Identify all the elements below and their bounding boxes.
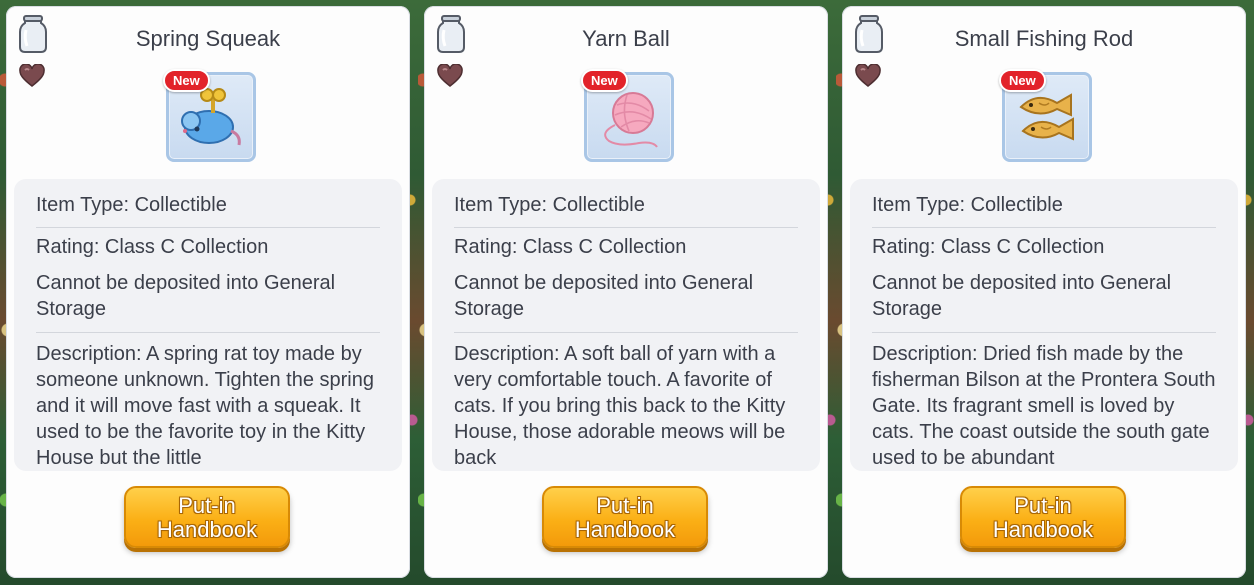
divider	[454, 332, 798, 333]
divider	[36, 227, 380, 228]
button-label-line1: Put-in	[178, 493, 236, 518]
item-info-box: Item Type: Collectible Rating: Class C C…	[14, 179, 402, 471]
divider	[36, 332, 380, 333]
new-badge: New	[581, 69, 628, 92]
jar-icon[interactable]	[852, 14, 886, 54]
put-in-handbook-button[interactable]: Put-in Handbook	[124, 486, 290, 548]
description-text[interactable]: Description: A spring rat toy made by so…	[36, 341, 380, 471]
item-panel-small-fishing-rod: Small Fishing Rod New Item Type: Collect…	[836, 0, 1254, 585]
item-panel-spring-squeak: Spring Squeak New Item Type: Collectible…	[0, 0, 418, 585]
item-type-text: Item Type: Collectible	[36, 194, 227, 216]
divider	[454, 227, 798, 228]
storage-restriction-text: Cannot be deposited into General Storage	[454, 272, 754, 320]
item-title: Spring Squeak	[135, 26, 281, 51]
description-text[interactable]: Description: A soft ball of yarn with a …	[454, 341, 798, 471]
item-thumbnail: New	[163, 69, 256, 162]
heart-icon[interactable]	[437, 64, 463, 88]
rating-text: Rating: Class C Collection	[454, 236, 687, 258]
item-thumbnail: New	[581, 69, 674, 162]
heart-icon[interactable]	[855, 64, 881, 88]
storage-restriction-text: Cannot be deposited into General Storage	[36, 272, 336, 320]
button-label-line2: Handbook	[574, 517, 676, 542]
item-card: Spring Squeak New Item Type: Collectible…	[6, 6, 410, 578]
button-label-line2: Handbook	[156, 517, 258, 542]
item-info-box: Item Type: Collectible Rating: Class C C…	[850, 179, 1238, 471]
put-in-handbook-button[interactable]: Put-in Handbook	[960, 486, 1126, 548]
item-card: Yarn Ball New Item Type: Collectible Rat…	[424, 6, 828, 578]
heart-icon[interactable]	[19, 64, 45, 88]
rating-text: Rating: Class C Collection	[872, 236, 1105, 258]
button-label-line2: Handbook	[992, 517, 1094, 542]
put-in-handbook-button[interactable]: Put-in Handbook	[542, 486, 708, 548]
item-thumbnail: New	[999, 69, 1092, 162]
item-title: Yarn Ball	[582, 26, 670, 51]
storage-restriction-text: Cannot be deposited into General Storage	[872, 272, 1172, 320]
new-badge: New	[163, 69, 210, 92]
item-type-text: Item Type: Collectible	[454, 194, 645, 216]
divider	[872, 227, 1216, 228]
jar-icon[interactable]	[16, 14, 50, 54]
new-badge: New	[999, 69, 1046, 92]
item-card: Small Fishing Rod New Item Type: Collect…	[842, 6, 1246, 578]
item-info-box: Item Type: Collectible Rating: Class C C…	[432, 179, 820, 471]
item-title: Small Fishing Rod	[954, 26, 1134, 51]
divider	[872, 332, 1216, 333]
button-label-line1: Put-in	[596, 493, 654, 518]
button-label-line1: Put-in	[1014, 493, 1072, 518]
jar-icon[interactable]	[434, 14, 468, 54]
rating-text: Rating: Class C Collection	[36, 236, 269, 258]
item-panel-yarn-ball: Yarn Ball New Item Type: Collectible Rat…	[418, 0, 836, 585]
item-type-text: Item Type: Collectible	[872, 194, 1063, 216]
description-text[interactable]: Description: Dried fish made by the fish…	[872, 341, 1216, 471]
